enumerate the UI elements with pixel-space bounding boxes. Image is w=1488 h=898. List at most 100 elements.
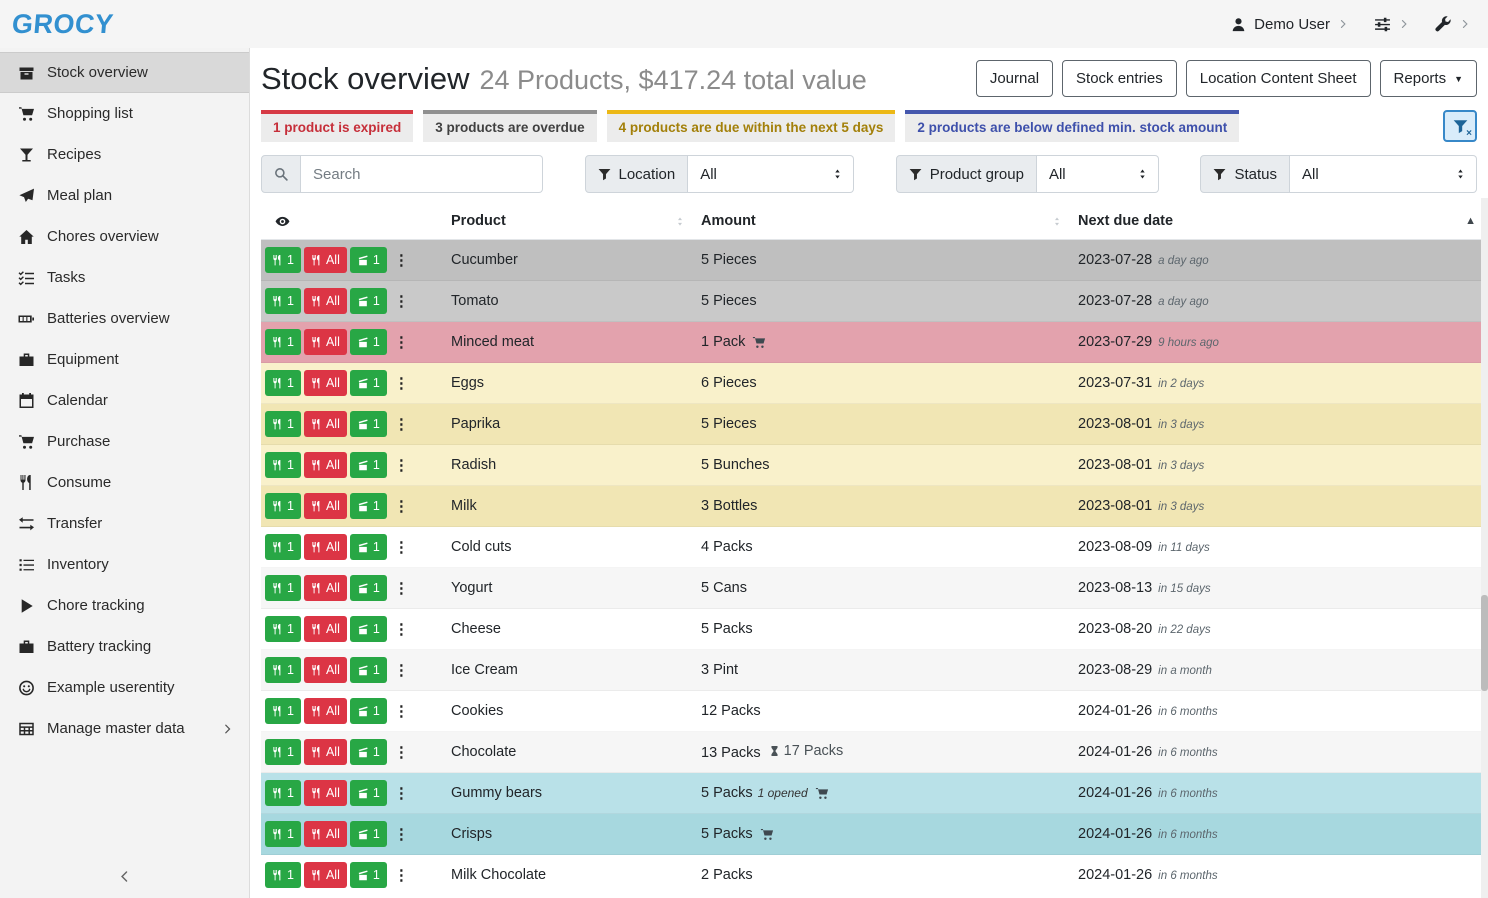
row-menu-button[interactable]: ⋮ <box>390 786 413 801</box>
consume-all-button[interactable]: All <box>304 780 347 806</box>
header-action-location-content-sheet[interactable]: Location Content Sheet ▼ <box>1186 60 1371 97</box>
row-menu-button[interactable]: ⋮ <box>390 294 413 309</box>
status-select[interactable]: All <box>1290 155 1477 193</box>
row-menu-button[interactable]: ⋮ <box>390 663 413 678</box>
sidebar-collapse-button[interactable] <box>0 861 249 892</box>
row-menu-button[interactable]: ⋮ <box>390 622 413 637</box>
sidebar-item-stock-overview[interactable]: Stock overview <box>0 52 249 93</box>
sidebar-item-battery-tracking[interactable]: Battery tracking <box>0 626 249 667</box>
consume-one-button[interactable]: 1 <box>265 452 301 478</box>
consume-one-button[interactable]: 1 <box>265 657 301 683</box>
row-menu-button[interactable]: ⋮ <box>390 458 413 473</box>
open-one-button[interactable]: 1 <box>350 821 387 847</box>
open-one-button[interactable]: 1 <box>350 739 387 765</box>
consume-all-button[interactable]: All <box>304 821 347 847</box>
sidebar-item-chore-tracking[interactable]: Chore tracking <box>0 585 249 626</box>
clear-filters-button[interactable]: × <box>1443 110 1477 142</box>
consume-one-button[interactable]: 1 <box>265 862 301 888</box>
row-menu-button[interactable]: ⋮ <box>390 417 413 432</box>
sidebar-item-consume[interactable]: Consume <box>0 462 249 503</box>
row-menu-button[interactable]: ⋮ <box>390 827 413 842</box>
consume-all-button[interactable]: All <box>304 698 347 724</box>
sidebar-item-equipment[interactable]: Equipment <box>0 339 249 380</box>
consume-one-button[interactable]: 1 <box>265 780 301 806</box>
open-one-button[interactable]: 1 <box>350 780 387 806</box>
consume-one-button[interactable]: 1 <box>265 534 301 560</box>
header-action-reports[interactable]: Reports ▼ <box>1380 60 1477 97</box>
consume-one-button[interactable]: 1 <box>265 493 301 519</box>
open-one-button[interactable]: 1 <box>350 288 387 314</box>
sidebar-item-inventory[interactable]: Inventory <box>0 544 249 585</box>
sidebar-item-recipes[interactable]: Recipes <box>0 134 249 175</box>
settings-menu[interactable] <box>1374 16 1409 33</box>
sidebar-item-batteries-overview[interactable]: Batteries overview <box>0 298 249 339</box>
status-banner-below-min[interactable]: 2 products are below defined min. stock … <box>905 110 1239 142</box>
row-menu-button[interactable]: ⋮ <box>390 499 413 514</box>
row-menu-button[interactable]: ⋮ <box>390 335 413 350</box>
sidebar-item-example-userentity[interactable]: Example userentity <box>0 667 249 708</box>
consume-one-button[interactable]: 1 <box>265 370 301 396</box>
sidebar-item-purchase[interactable]: Purchase <box>0 421 249 462</box>
column-header-amount[interactable]: Amount <box>693 206 1070 240</box>
sidebar-item-calendar[interactable]: Calendar <box>0 380 249 421</box>
sidebar-item-transfer[interactable]: Transfer <box>0 503 249 544</box>
consume-all-button[interactable]: All <box>304 739 347 765</box>
open-one-button[interactable]: 1 <box>350 534 387 560</box>
consume-one-button[interactable]: 1 <box>265 411 301 437</box>
row-menu-button[interactable]: ⋮ <box>390 540 413 555</box>
column-header-product[interactable]: Product <box>443 206 693 240</box>
status-banner-overdue[interactable]: 3 products are overdue <box>423 110 596 142</box>
consume-one-button[interactable]: 1 <box>265 288 301 314</box>
consume-one-button[interactable]: 1 <box>265 739 301 765</box>
consume-all-button[interactable]: All <box>304 288 347 314</box>
open-one-button[interactable]: 1 <box>350 370 387 396</box>
consume-one-button[interactable]: 1 <box>265 616 301 642</box>
user-menu[interactable]: Demo User <box>1231 16 1348 33</box>
consume-one-button[interactable]: 1 <box>265 698 301 724</box>
search-input[interactable] <box>301 155 543 193</box>
sidebar-item-chores-overview[interactable]: Chores overview <box>0 216 249 257</box>
consume-one-button[interactable]: 1 <box>265 821 301 847</box>
consume-all-button[interactable]: All <box>304 370 347 396</box>
open-one-button[interactable]: 1 <box>350 616 387 642</box>
consume-all-button[interactable]: All <box>304 411 347 437</box>
row-menu-button[interactable]: ⋮ <box>390 253 413 268</box>
row-menu-button[interactable]: ⋮ <box>390 745 413 760</box>
column-visibility-toggle[interactable] <box>261 206 443 240</box>
open-one-button[interactable]: 1 <box>350 411 387 437</box>
status-banner-expired[interactable]: 1 product is expired <box>261 110 413 142</box>
admin-menu[interactable] <box>1435 16 1470 33</box>
open-one-button[interactable]: 1 <box>350 698 387 724</box>
row-menu-button[interactable]: ⋮ <box>390 868 413 883</box>
scrollbar-thumb[interactable] <box>1481 595 1488 691</box>
consume-all-button[interactable]: All <box>304 534 347 560</box>
consume-one-button[interactable]: 1 <box>265 575 301 601</box>
consume-all-button[interactable]: All <box>304 616 347 642</box>
consume-all-button[interactable]: All <box>304 329 347 355</box>
consume-all-button[interactable]: All <box>304 862 347 888</box>
open-one-button[interactable]: 1 <box>350 452 387 478</box>
open-one-button[interactable]: 1 <box>350 575 387 601</box>
consume-one-button[interactable]: 1 <box>265 247 301 273</box>
open-one-button[interactable]: 1 <box>350 329 387 355</box>
product-group-select[interactable]: All <box>1037 155 1159 193</box>
column-header-due-date[interactable]: Next due date ▲ <box>1070 206 1484 240</box>
open-one-button[interactable]: 1 <box>350 247 387 273</box>
consume-all-button[interactable]: All <box>304 452 347 478</box>
row-menu-button[interactable]: ⋮ <box>390 581 413 596</box>
status-banner-due-soon[interactable]: 4 products are due within the next 5 day… <box>607 110 896 142</box>
consume-one-button[interactable]: 1 <box>265 329 301 355</box>
open-one-button[interactable]: 1 <box>350 493 387 519</box>
consume-all-button[interactable]: All <box>304 247 347 273</box>
row-menu-button[interactable]: ⋮ <box>390 704 413 719</box>
consume-all-button[interactable]: All <box>304 575 347 601</box>
header-action-journal[interactable]: Journal ▼ <box>976 60 1053 97</box>
consume-all-button[interactable]: All <box>304 657 347 683</box>
sidebar-item-manage-master-data[interactable]: Manage master data <box>0 708 249 749</box>
open-one-button[interactable]: 1 <box>350 657 387 683</box>
consume-all-button[interactable]: All <box>304 493 347 519</box>
open-one-button[interactable]: 1 <box>350 862 387 888</box>
sidebar-item-meal-plan[interactable]: Meal plan <box>0 175 249 216</box>
sidebar-item-shopping-list[interactable]: Shopping list <box>0 93 249 134</box>
location-select[interactable]: All <box>688 155 854 193</box>
